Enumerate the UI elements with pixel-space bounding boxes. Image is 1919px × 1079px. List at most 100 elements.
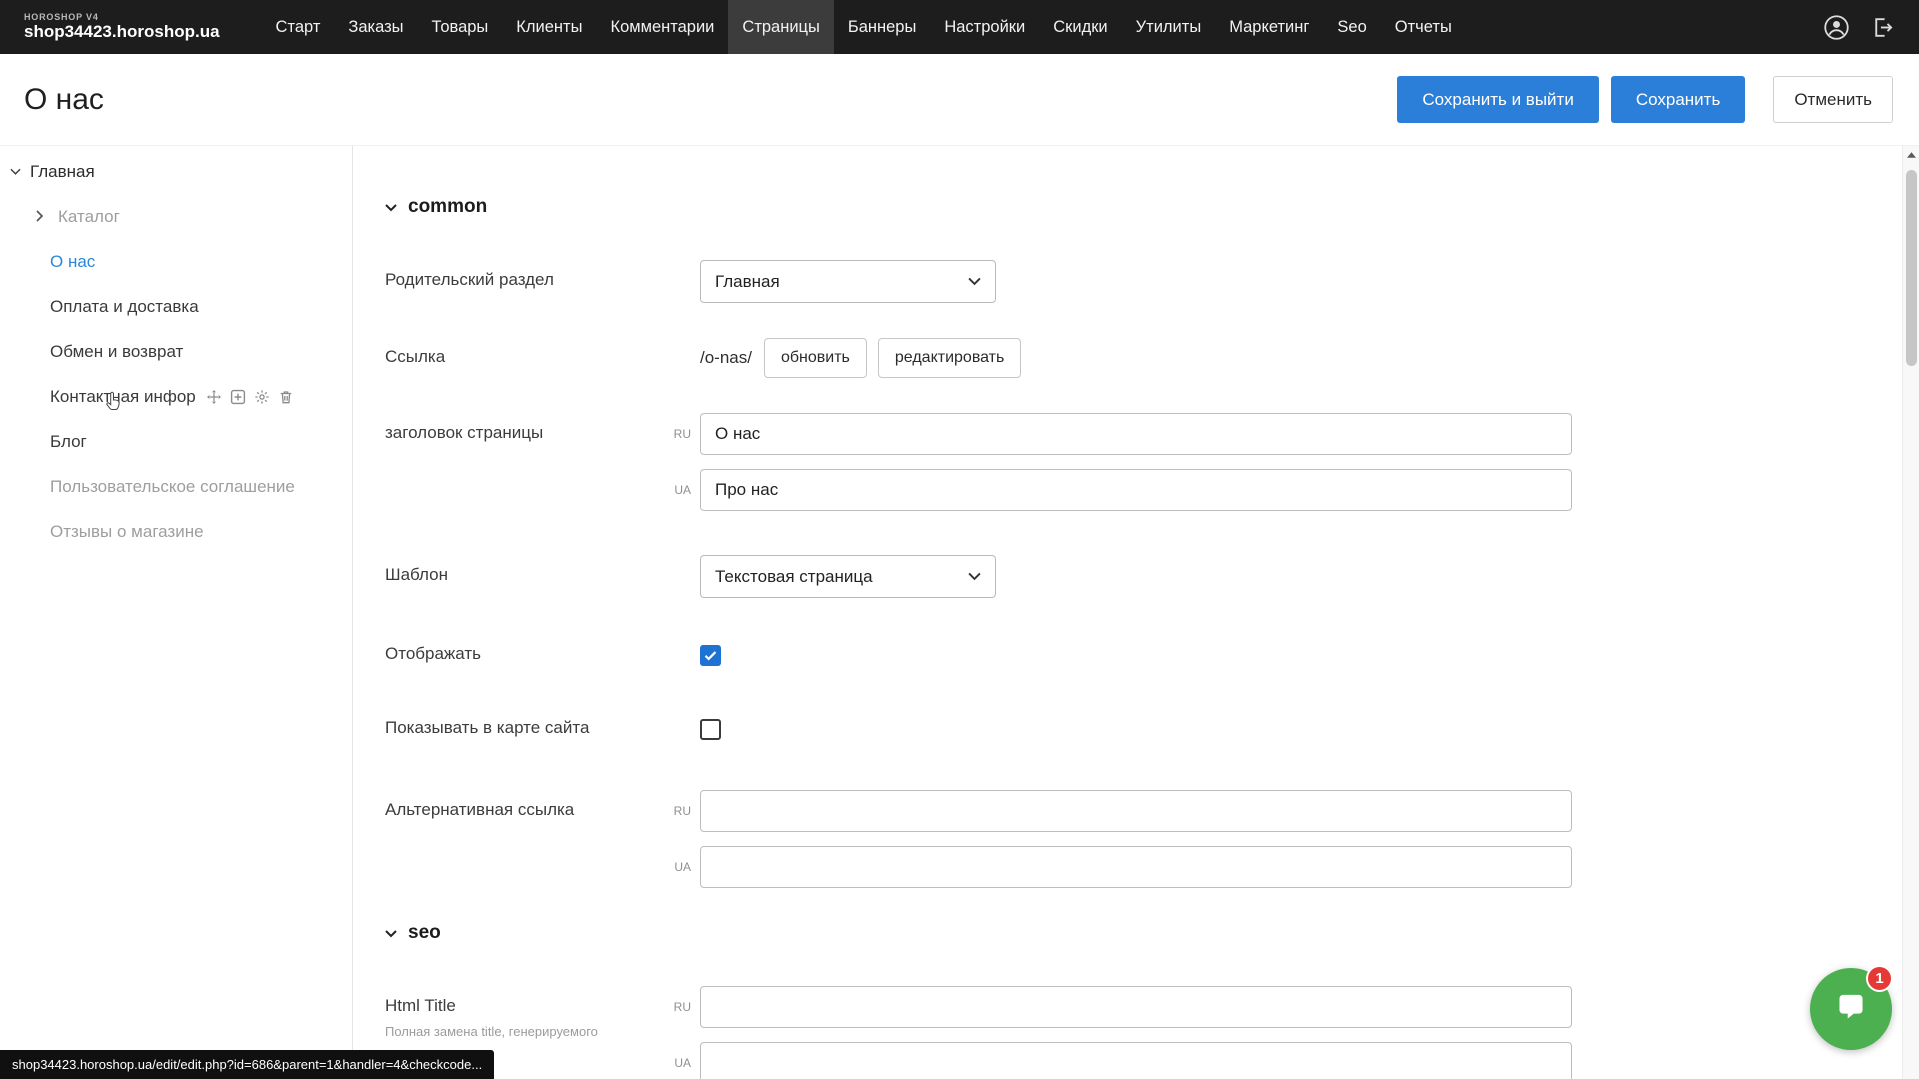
scroll-up-arrow[interactable] [1903, 146, 1919, 164]
link-update-button[interactable]: обновить [764, 338, 867, 378]
page-title: О нас [24, 83, 104, 117]
nav-item-banners[interactable]: Баннеры [834, 0, 930, 54]
nav-item-marketing[interactable]: Маркетинг [1215, 0, 1323, 54]
alt-link-label: Альтернативная ссылка [385, 790, 700, 888]
section-title: common [408, 196, 487, 218]
tree-item-actions [206, 389, 294, 405]
status-url-bar: shop34423.horoshop.ua/edit/edit.php?id=6… [0, 1050, 494, 1079]
page-edit-form: common Родительский раздел Главная Ссылк… [353, 146, 1919, 1079]
template-label: Шаблон [385, 555, 700, 598]
page-heading-row: заголовок страницы RU UA [385, 413, 1919, 511]
tree-item-store-reviews[interactable]: Отзывы о магазине [0, 509, 352, 554]
tree-item-user-agreement[interactable]: Пользовательское соглашение [0, 464, 352, 509]
tree-item-contact-info[interactable]: Контактная инфор [0, 374, 352, 419]
brand-domain: shop34423.horoshop.ua [24, 23, 220, 41]
html-title-ru-input[interactable] [700, 986, 1572, 1028]
parent-section-label: Родительский раздел [385, 260, 700, 303]
display-label: Отображать [385, 642, 700, 672]
chevron-down-icon [385, 922, 397, 944]
chevron-right-icon[interactable] [36, 210, 44, 222]
nav-item-utilities[interactable]: Утилиты [1122, 0, 1216, 54]
tree-item-payment-delivery[interactable]: Оплата и доставка [0, 284, 352, 329]
settings-icon[interactable] [254, 389, 270, 405]
nav-item-products[interactable]: Товары [418, 0, 503, 54]
content: Главная Каталог О нас Оплата и доставка … [0, 145, 1919, 1079]
chat-launcher-button[interactable]: 1 [1810, 968, 1892, 1050]
page-heading-label: заголовок страницы [385, 413, 700, 511]
vertical-scrollbar[interactable] [1902, 146, 1919, 1079]
tree-item-exchange-return[interactable]: Обмен и возврат [0, 329, 352, 374]
tree-item-label: Оплата и доставка [50, 297, 199, 317]
scrollbar-thumb[interactable] [1906, 170, 1917, 366]
nav-item-clients[interactable]: Клиенты [502, 0, 596, 54]
tree-item-about[interactable]: О нас [0, 239, 352, 284]
tree-item-label: Главная [30, 162, 95, 182]
sitemap-checkbox[interactable] [700, 719, 721, 740]
tree-item-label: Блог [50, 432, 87, 452]
tree-item-label: О нас [50, 252, 95, 272]
select-value: Главная [715, 272, 780, 292]
alt-link-ru-input[interactable] [700, 790, 1572, 832]
page-heading-ua-input[interactable] [700, 469, 1572, 511]
chevron-down-icon [968, 572, 981, 581]
select-value: Текстовая страница [715, 567, 873, 587]
parent-section-row: Родительский раздел Главная [385, 260, 1919, 303]
nav-item-seo[interactable]: Seo [1323, 0, 1380, 54]
link-label: Ссылка [385, 337, 700, 379]
html-title-label-text: Html Title [385, 996, 700, 1016]
main-nav: Старт Заказы Товары Клиенты Комментарии … [262, 0, 1466, 54]
tree-item-label: Отзывы о магазине [50, 522, 204, 542]
add-page-icon[interactable] [230, 389, 246, 405]
lang-tag-ru: RU [663, 1000, 691, 1014]
lang-tag-ru: RU [663, 427, 691, 441]
logout-icon[interactable] [1870, 15, 1895, 40]
save-and-exit-button[interactable]: Сохранить и выйти [1397, 76, 1598, 123]
section-common[interactable]: common [385, 196, 1919, 218]
parent-section-select[interactable]: Главная [700, 260, 996, 303]
html-title-hint: Полная замена title, генерируемого [385, 1024, 700, 1041]
save-button[interactable]: Сохранить [1611, 76, 1745, 123]
nav-item-comments[interactable]: Комментарии [596, 0, 728, 54]
header-buttons: Сохранить и выйти Сохранить Отменить [1397, 76, 1893, 123]
lang-tag-ua: UA [663, 483, 691, 497]
tree-item-root[interactable]: Главная [0, 150, 352, 194]
tree-item-label: Пользовательское соглашение [50, 477, 295, 497]
page-heading-ru-input[interactable] [700, 413, 1572, 455]
page-header: О нас Сохранить и выйти Сохранить Отмени… [0, 54, 1919, 145]
chat-bubble-icon [1834, 990, 1868, 1029]
nav-item-discounts[interactable]: Скидки [1039, 0, 1121, 54]
lang-tag-ua: UA [663, 860, 691, 874]
nav-item-start[interactable]: Старт [262, 0, 335, 54]
topbar-icons [1823, 14, 1895, 41]
section-title: seo [408, 922, 441, 944]
mouse-cursor-hand [102, 390, 124, 417]
link-edit-button[interactable]: редактировать [878, 338, 1021, 378]
cancel-button[interactable]: Отменить [1773, 76, 1893, 123]
tree-item-blog[interactable]: Блог [0, 419, 352, 464]
nav-item-settings[interactable]: Настройки [930, 0, 1039, 54]
html-title-ua-input[interactable] [700, 1042, 1572, 1079]
delete-icon[interactable] [278, 389, 294, 405]
display-checkbox[interactable] [700, 645, 721, 666]
template-select[interactable]: Текстовая страница [700, 555, 996, 598]
link-row: Ссылка /o-nas/ обновить редактировать [385, 337, 1919, 379]
drag-move-icon[interactable] [206, 389, 222, 405]
pages-tree-sidebar: Главная Каталог О нас Оплата и доставка … [0, 146, 353, 1079]
tree-item-label: Обмен и возврат [50, 342, 183, 362]
sitemap-row: Показывать в карте сайта [385, 716, 1919, 746]
alt-link-row: Альтернативная ссылка RU UA [385, 790, 1919, 888]
chevron-down-icon [968, 277, 981, 286]
nav-item-orders[interactable]: Заказы [334, 0, 417, 54]
lang-tag-ua: UA [663, 1056, 691, 1070]
template-row: Шаблон Текстовая страница [385, 555, 1919, 598]
nav-item-reports[interactable]: Отчеты [1381, 0, 1466, 54]
brand[interactable]: HOROSHOP V4 shop34423.horoshop.ua [24, 13, 220, 40]
link-path: /o-nas/ [700, 348, 752, 368]
html-title-row: Html Title Полная замена title, генериру… [385, 986, 1919, 1079]
chevron-down-icon[interactable] [10, 168, 21, 176]
account-icon[interactable] [1823, 14, 1850, 41]
alt-link-ua-input[interactable] [700, 846, 1572, 888]
section-seo[interactable]: seo [385, 922, 1919, 944]
nav-item-pages[interactable]: Страницы [728, 0, 833, 54]
tree-item-catalog[interactable]: Каталог [0, 194, 352, 239]
